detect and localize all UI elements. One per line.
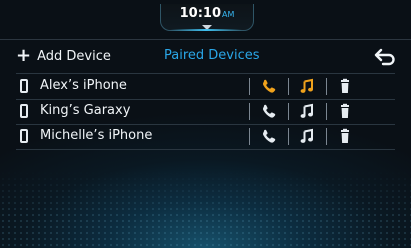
- device-name: Alex’s iPhone: [40, 78, 127, 93]
- action-divider: [249, 103, 250, 120]
- plus-icon: +: [16, 45, 32, 66]
- clock: 10:10AM: [161, 6, 253, 21]
- action-divider: [288, 128, 289, 145]
- phone-call-icon: [261, 104, 277, 124]
- add-device-label: Add Device: [37, 48, 111, 64]
- clock-glow: [170, 29, 242, 31]
- call-button[interactable]: [261, 78, 277, 95]
- music-note-icon: [299, 128, 315, 149]
- action-divider: [326, 103, 327, 120]
- status-bar-divider: [0, 39, 411, 40]
- device-row[interactable]: Michelle’s iPhone: [16, 124, 395, 149]
- action-divider: [249, 128, 250, 145]
- background-grid: [0, 170, 411, 248]
- action-divider: [249, 78, 250, 95]
- device-row[interactable]: King’s Garaxy: [16, 99, 395, 124]
- call-button[interactable]: [261, 128, 277, 145]
- action-divider: [326, 78, 327, 95]
- status-bar: 10:10AM: [0, 0, 411, 40]
- list-divider: [16, 149, 395, 150]
- delete-button[interactable]: [337, 128, 353, 145]
- trash-icon: [337, 128, 353, 149]
- smartphone-icon: [20, 104, 28, 118]
- device-row[interactable]: Alex’s iPhone: [16, 74, 395, 99]
- trash-icon: [337, 78, 353, 99]
- device-name: King’s Garaxy: [40, 103, 131, 118]
- page-title: Paired Devices: [164, 48, 260, 63]
- smartphone-icon: [20, 79, 28, 93]
- music-note-icon: [299, 78, 315, 99]
- trash-icon: [337, 103, 353, 124]
- action-divider: [326, 128, 327, 145]
- media-button[interactable]: [299, 78, 315, 95]
- smartphone-icon: [20, 129, 28, 143]
- phone-call-icon: [261, 79, 277, 99]
- media-button[interactable]: [299, 103, 315, 120]
- phone-call-icon: [261, 129, 277, 149]
- delete-button[interactable]: [337, 103, 353, 120]
- clock-time: 10:10: [179, 6, 221, 21]
- media-button[interactable]: [299, 128, 315, 145]
- device-name: Michelle’s iPhone: [40, 128, 153, 143]
- call-button[interactable]: [261, 103, 277, 120]
- add-device-button[interactable]: + Add Device: [16, 46, 111, 66]
- delete-button[interactable]: [337, 78, 353, 95]
- clock-ampm: AM: [222, 10, 235, 19]
- back-button[interactable]: [370, 44, 398, 68]
- music-note-icon: [299, 103, 315, 124]
- action-divider: [288, 103, 289, 120]
- action-divider: [288, 78, 289, 95]
- back-arrow-icon: [374, 48, 395, 66]
